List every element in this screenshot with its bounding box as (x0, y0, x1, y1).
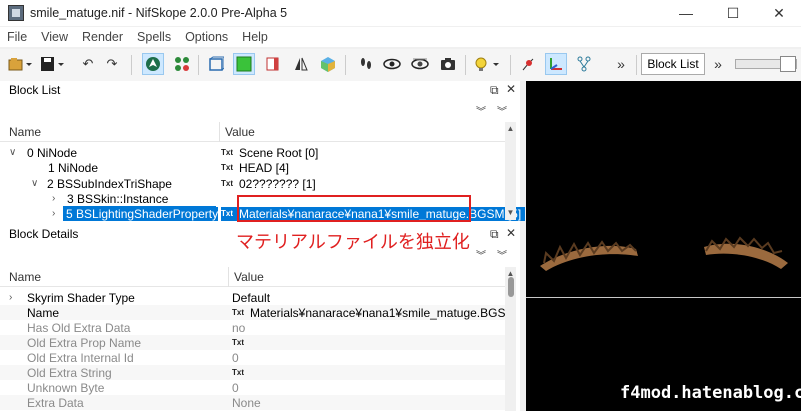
bulb-icon[interactable] (472, 53, 502, 75)
detail-row[interactable]: Old Extra String Txt (0, 365, 505, 380)
menu-file[interactable]: File (7, 30, 27, 44)
undo-icon[interactable]: ↶ (77, 53, 99, 75)
collapse-all-icon[interactable]: ︾ (497, 103, 507, 118)
menu-render[interactable]: Render (82, 30, 123, 44)
nifskope-app-icon (8, 5, 24, 21)
menu-options[interactable]: Options (185, 30, 228, 44)
window-title: smile_matuge.nif - NifSkope 2.0.0 Pre-Al… (30, 6, 288, 20)
collapsed-arrow-icon[interactable]: › (9, 292, 12, 303)
detail-row[interactable]: › Skyrim Shader Type Default (0, 290, 505, 305)
scroll-down-arrow[interactable]: ▼ (505, 208, 516, 217)
select-icon[interactable] (142, 53, 164, 75)
title-bar: smile_matuge.nif - NifSkope 2.0.0 Pre-Al… (0, 0, 801, 26)
block-list-toggle-button[interactable]: Block List (641, 53, 705, 75)
scroll-up-arrow[interactable]: ▲ (505, 124, 516, 133)
col-name-header[interactable]: Name (9, 125, 41, 139)
scrollbar-thumb[interactable] (508, 277, 514, 297)
node-red-icon[interactable] (517, 53, 539, 75)
app-window: smile_matuge.nif - NifSkope 2.0.0 Pre-Al… (0, 0, 801, 411)
col-value-header[interactable]: Value (234, 270, 264, 284)
detail-row[interactable]: Extra Data None (0, 395, 505, 410)
eyelash-mesh-render (540, 236, 788, 271)
annotation-text: マテリアルファイルを独立化 (236, 232, 470, 252)
block-list-header: Name Value (0, 122, 505, 142)
axes-icon[interactable] (545, 53, 567, 75)
footprints-icon[interactable] (355, 53, 377, 75)
eye-outline-icon[interactable] (409, 53, 431, 75)
viewport-divider (526, 297, 801, 298)
detail-row[interactable]: Name Txt Materials¥nanarace¥nana1¥smile_ma… (0, 305, 515, 320)
flip-icon[interactable] (290, 53, 312, 75)
expand-arrow-icon[interactable]: ∨ (9, 147, 16, 158)
render-viewport[interactable] (526, 81, 801, 411)
close-dock-icon[interactable]: ✕ (506, 82, 516, 96)
redo-icon[interactable]: ↷ (101, 53, 123, 75)
block-list-title: Block List (9, 83, 61, 97)
menu-spells[interactable]: Spells (137, 30, 171, 44)
menu-help[interactable]: Help (242, 30, 268, 44)
open-icon[interactable] (6, 53, 34, 75)
box-icon[interactable] (205, 53, 227, 75)
expand-all-icon[interactable]: ︾ (476, 103, 486, 118)
tree-row-1[interactable]: 1 NiNode Txt HEAD [4] (0, 160, 516, 175)
expand-arrow-icon[interactable]: ∨ (31, 178, 38, 189)
col-value-header[interactable]: Value (225, 125, 255, 139)
detail-row[interactable]: Has Old Extra Data no (0, 320, 505, 335)
block-details-header: Name Value (0, 267, 505, 287)
tree-icon[interactable] (171, 53, 193, 75)
undock-icon[interactable]: ⧉ (490, 227, 499, 242)
minimize-button[interactable]: — (666, 0, 706, 26)
collapsed-arrow-icon[interactable]: › (52, 208, 55, 219)
undock-icon[interactable]: ⧉ (490, 83, 499, 98)
col-name-header[interactable]: Name (9, 270, 41, 284)
lod-slider-handle[interactable] (780, 56, 796, 72)
camera-icon[interactable] (437, 53, 459, 75)
toolbar-more-left[interactable]: » (610, 53, 632, 75)
menu-view[interactable]: View (41, 30, 68, 44)
close-dock-icon[interactable]: ✕ (506, 226, 516, 240)
tree-row-2[interactable]: ∨ 2 BSSubIndexTriShape Txt 02??????? [1] (0, 176, 516, 191)
maximize-button[interactable]: ☐ (713, 0, 753, 26)
expand-all-icon[interactable]: ︾ (476, 247, 486, 262)
watermark-text: f4mod.hatenablog.com (620, 383, 801, 403)
close-button[interactable]: ✕ (759, 0, 799, 26)
graph-icon[interactable] (573, 53, 595, 75)
light-icon[interactable] (262, 53, 284, 75)
tree-row-0[interactable]: ∨ 0 NiNode Txt Scene Root [0] (0, 145, 516, 160)
collapse-all-icon[interactable]: ︾ (497, 247, 507, 262)
cube-icon[interactable] (317, 53, 339, 75)
detail-row[interactable]: Unknown Byte 0 (0, 380, 505, 395)
save-icon[interactable] (38, 53, 66, 75)
detail-row[interactable]: Old Extra Internal Id 0 (0, 350, 505, 365)
annotation-highlight-box (237, 195, 471, 222)
detail-row[interactable]: Old Extra Prop Name Txt (0, 335, 505, 350)
eye-icon[interactable] (381, 53, 403, 75)
toolbar-more-right[interactable]: » (707, 53, 729, 75)
textured-icon[interactable] (233, 53, 255, 75)
collapsed-arrow-icon[interactable]: › (52, 193, 55, 204)
menu-bar: File View Render Spells Options Help (0, 27, 801, 47)
